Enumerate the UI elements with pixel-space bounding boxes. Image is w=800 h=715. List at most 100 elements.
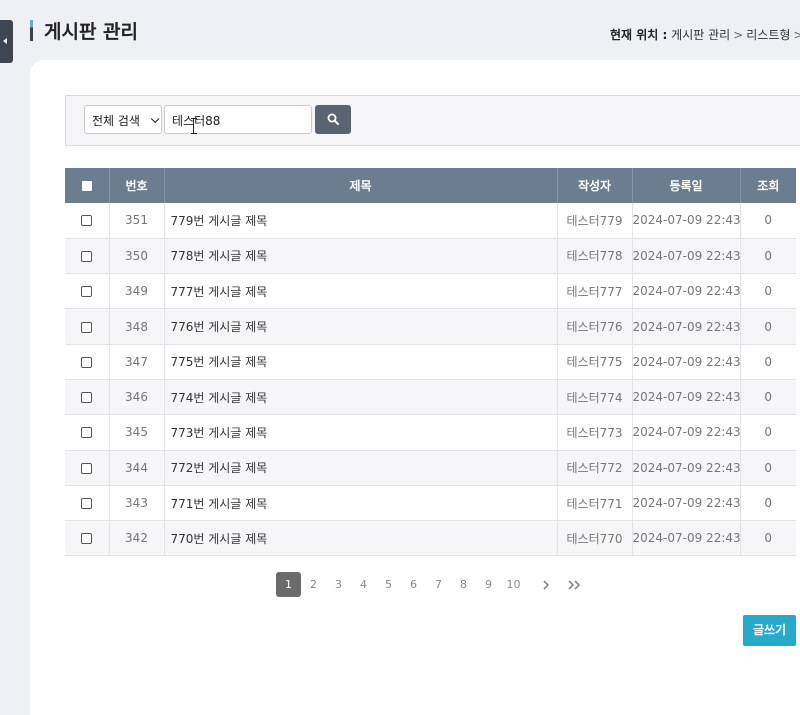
- post-date: 2024-07-09 22:43: [632, 344, 741, 380]
- search-scope-value: 전체 검색: [92, 114, 140, 128]
- post-title[interactable]: 772번 게시글 제목: [164, 450, 558, 486]
- post-author: 테스터775: [557, 344, 633, 380]
- post-date: 2024-07-09 22:43: [632, 273, 741, 310]
- post-number: 348: [109, 308, 165, 345]
- row-checkbox[interactable]: [65, 414, 110, 451]
- breadcrumb-item[interactable]: 게시판 관리: [671, 28, 730, 42]
- post-number: 346: [109, 379, 165, 416]
- table-row[interactable]: 346 774번 게시글 제목 테스터774 2024-07-09 22:43 0: [65, 379, 796, 416]
- post-date: 2024-07-09 22:43: [632, 203, 741, 239]
- search-scope-select[interactable]: 전체 검색: [84, 105, 162, 134]
- last-page-button[interactable]: [560, 572, 588, 597]
- select-all-checkbox[interactable]: [65, 168, 110, 203]
- row-checkbox[interactable]: [65, 520, 110, 557]
- next-page-button[interactable]: [532, 572, 560, 597]
- page-link[interactable]: 1: [276, 572, 301, 597]
- table-row[interactable]: 351 779번 게시글 제목 테스터779 2024-07-09 22:43 0: [65, 203, 796, 239]
- page-link[interactable]: 2: [301, 572, 326, 597]
- post-title[interactable]: 770번 게시글 제목: [164, 520, 558, 557]
- row-checkbox[interactable]: [65, 379, 110, 416]
- search-input[interactable]: 테스터88: [164, 105, 312, 134]
- column-header-author: 작성자: [557, 168, 633, 203]
- post-number: 351: [109, 203, 165, 239]
- post-views: 0: [740, 520, 796, 557]
- post-title[interactable]: 774번 게시글 제목: [164, 379, 558, 416]
- table-row[interactable]: 350 778번 게시글 제목 테스터778 2024-07-09 22:43 0: [65, 238, 796, 275]
- row-checkbox[interactable]: [65, 450, 110, 486]
- post-author: 테스터773: [557, 414, 633, 451]
- post-number: 350: [109, 238, 165, 275]
- post-date: 2024-07-09 22:43: [632, 414, 741, 451]
- checkbox[interactable]: [81, 462, 93, 474]
- checkbox[interactable]: [81, 356, 93, 368]
- row-checkbox[interactable]: [65, 203, 110, 239]
- column-header-title: 제목: [164, 168, 558, 203]
- post-title[interactable]: 776번 게시글 제목: [164, 308, 558, 345]
- chevron-right-icon: >: [733, 28, 744, 42]
- post-number: 342: [109, 520, 165, 557]
- table-row[interactable]: 347 775번 게시글 제목 테스터775 2024-07-09 22:43 0: [65, 344, 796, 380]
- table-row[interactable]: 344 772번 게시글 제목 테스터772 2024-07-09 22:43 0: [65, 450, 796, 486]
- search-button[interactable]: [315, 105, 351, 134]
- post-title[interactable]: 777번 게시글 제목: [164, 273, 558, 310]
- post-number: 345: [109, 414, 165, 451]
- post-date: 2024-07-09 22:43: [632, 450, 741, 486]
- checkbox[interactable]: [81, 427, 93, 439]
- page-link[interactable]: 3: [326, 572, 351, 597]
- column-header-number: 번호: [109, 168, 165, 203]
- write-post-button[interactable]: 글쓰기: [743, 615, 796, 646]
- post-author: 테스터774: [557, 379, 633, 416]
- row-checkbox[interactable]: [65, 308, 110, 345]
- checkbox[interactable]: [81, 392, 93, 404]
- sidebar-toggle-button[interactable]: [0, 20, 13, 63]
- chevron-right-icon: [543, 579, 550, 590]
- page-title: 게시판 관리: [44, 21, 139, 43]
- checkbox[interactable]: [81, 250, 93, 262]
- page-link[interactable]: 5: [376, 572, 401, 597]
- breadcrumb: 현재 위치 : 게시판 관리>리스트형>ㅌ: [610, 26, 800, 43]
- post-title[interactable]: 779번 게시글 제목: [164, 203, 558, 239]
- post-author: 테스터771: [557, 485, 633, 522]
- chevron-down-icon: [150, 114, 160, 124]
- post-date: 2024-07-09 22:43: [632, 520, 741, 557]
- search-icon: [327, 113, 339, 125]
- breadcrumb-item[interactable]: 리스트형: [746, 28, 790, 42]
- table-row[interactable]: 342 770번 게시글 제목 테스터770 2024-07-09 22:43 0: [65, 520, 796, 557]
- checkbox[interactable]: [81, 321, 93, 333]
- post-date: 2024-07-09 22:43: [632, 308, 741, 345]
- title-accent-bar: [30, 20, 33, 41]
- page-link[interactable]: 9: [476, 572, 501, 597]
- post-author: 테스터772: [557, 450, 633, 486]
- post-number: 344: [109, 450, 165, 486]
- table-row[interactable]: 345 773번 게시글 제목 테스터773 2024-07-09 22:43 0: [65, 414, 796, 451]
- page-link[interactable]: 10: [501, 572, 526, 597]
- post-number: 349: [109, 273, 165, 310]
- row-checkbox[interactable]: [65, 238, 110, 275]
- post-author: 테스터779: [557, 203, 633, 239]
- post-title[interactable]: 775번 게시글 제목: [164, 344, 558, 380]
- double-chevron-right-icon: [568, 579, 581, 590]
- checkbox[interactable]: [81, 215, 93, 227]
- post-views: 0: [740, 485, 796, 522]
- table-row[interactable]: 343 771번 게시글 제목 테스터771 2024-07-09 22:43 0: [65, 485, 796, 522]
- pagination: 1 2 3 4 5 6 7 8 9 10: [276, 572, 588, 597]
- post-title[interactable]: 773번 게시글 제목: [164, 414, 558, 451]
- post-views: 0: [740, 238, 796, 275]
- post-title[interactable]: 771번 게시글 제목: [164, 485, 558, 522]
- page-link[interactable]: 4: [351, 572, 376, 597]
- checkbox[interactable]: [81, 533, 93, 545]
- post-views: 0: [740, 344, 796, 380]
- post-views: 0: [740, 203, 796, 239]
- table-row[interactable]: 349 777번 게시글 제목 테스터777 2024-07-09 22:43 0: [65, 273, 796, 310]
- page-link[interactable]: 8: [451, 572, 476, 597]
- post-views: 0: [740, 450, 796, 486]
- post-title[interactable]: 778번 게시글 제목: [164, 238, 558, 275]
- table-row[interactable]: 348 776번 게시글 제목 테스터776 2024-07-09 22:43 0: [65, 308, 796, 345]
- page-link[interactable]: 7: [426, 572, 451, 597]
- checkbox[interactable]: [81, 286, 93, 298]
- checkbox[interactable]: [81, 498, 93, 510]
- page-link[interactable]: 6: [401, 572, 426, 597]
- row-checkbox[interactable]: [65, 273, 110, 310]
- row-checkbox[interactable]: [65, 485, 110, 522]
- row-checkbox[interactable]: [65, 344, 110, 380]
